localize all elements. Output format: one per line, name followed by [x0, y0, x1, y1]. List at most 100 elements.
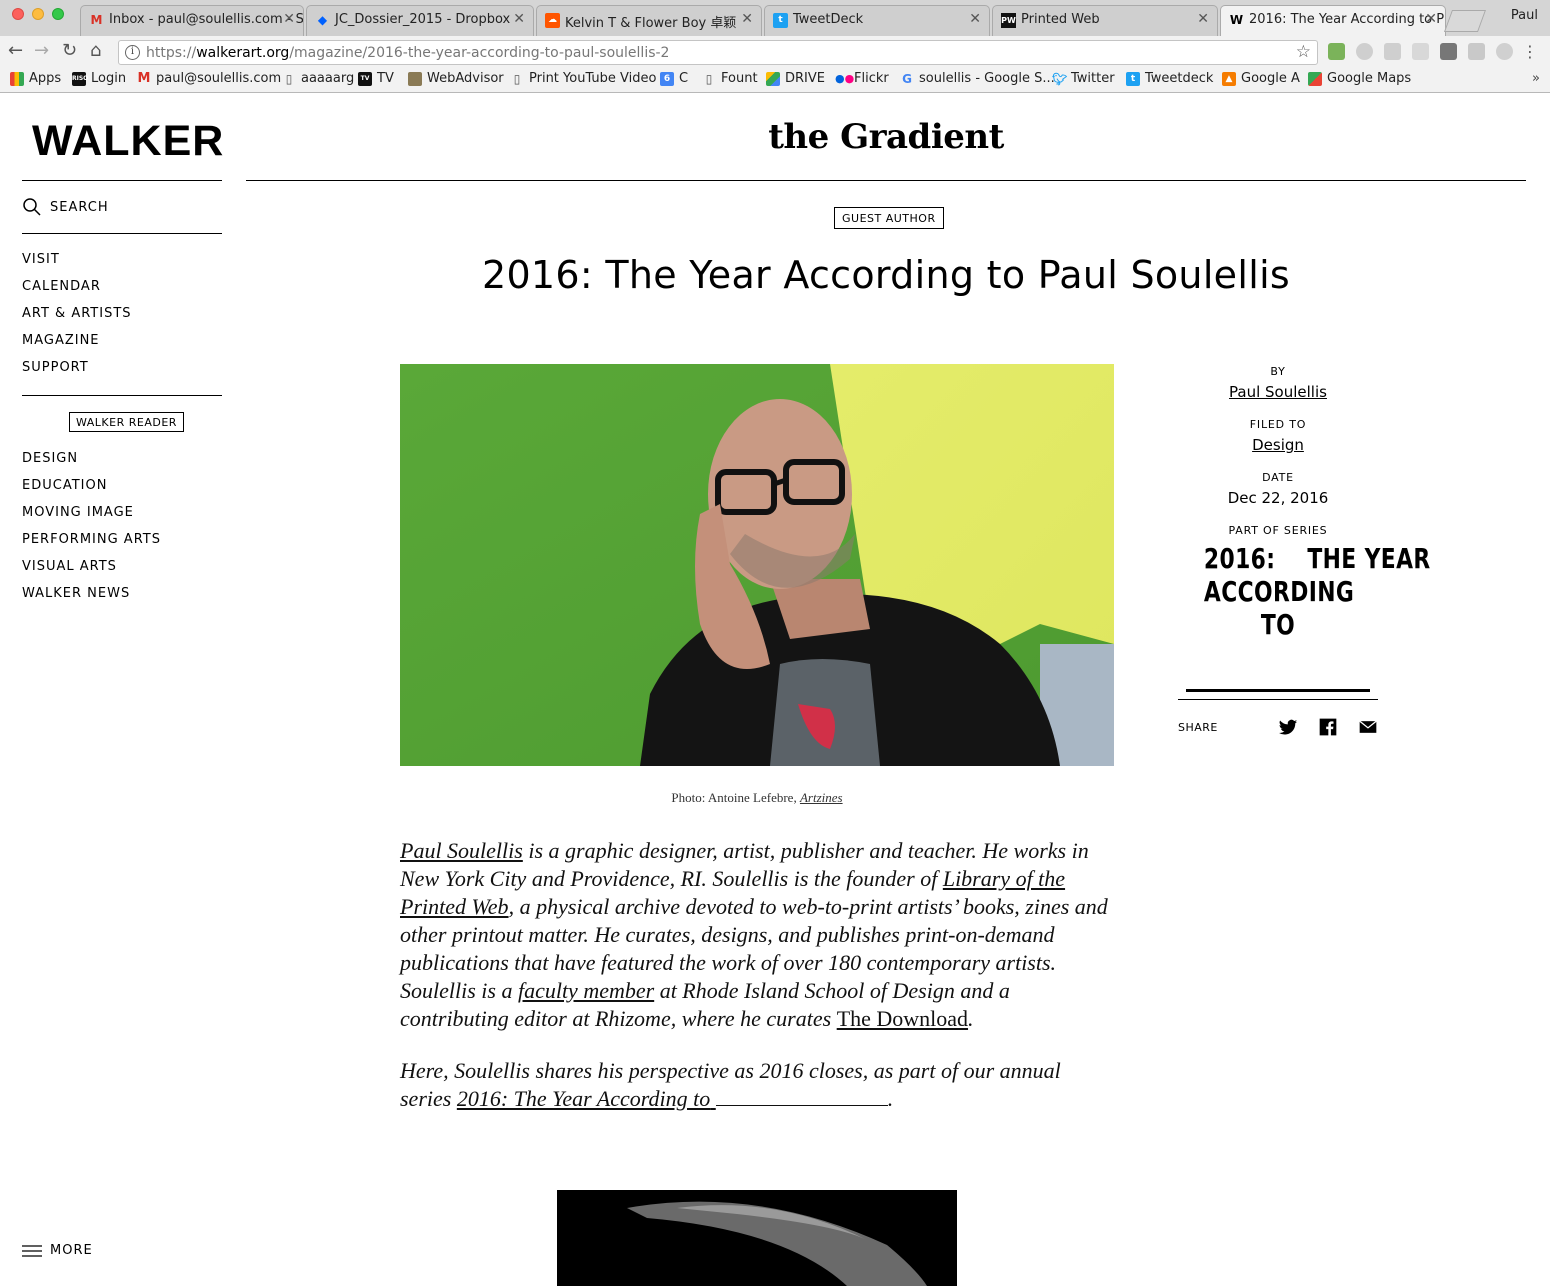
address-bar[interactable]: i https://walkerart.org/magazine/2016-th… [118, 40, 1318, 65]
bookmark-aaaaarg[interactable]: ▯ aaaaarg [282, 71, 355, 86]
info-icon[interactable]: i [125, 45, 140, 60]
hamburger-icon [22, 1244, 42, 1257]
walker-reader-badge[interactable]: WALKER READER [69, 412, 184, 432]
bookmark-login[interactable]: RISO Login [72, 71, 126, 86]
hero-photo [400, 364, 1114, 766]
bookmark-drive[interactable]: DRIVE [766, 71, 825, 86]
bookmarks-overflow-icon[interactable]: » [1532, 71, 1540, 86]
bookmark-google-search[interactable]: Gsoulellis - Google S... [900, 71, 1055, 86]
article-title: 2016: The Year According to Paul Soulell… [481, 253, 1291, 297]
close-tab-icon[interactable]: ✕ [283, 11, 295, 27]
series-link[interactable]: 2016: The Year According to [457, 1086, 888, 1111]
bookmark-google-analytics[interactable]: ▲ Google A [1222, 71, 1300, 86]
author-meta-link[interactable]: Paul Soulellis [1178, 383, 1378, 401]
main-nav: VISIT CALENDAR ART & ARTISTS MAGAZINE SU… [22, 251, 132, 386]
moon-photo [557, 1190, 957, 1286]
browser-menu-icon[interactable]: ⋮ [1522, 42, 1538, 61]
email-share-icon[interactable] [1358, 717, 1378, 737]
nav-item-education[interactable]: EDUCATION [22, 477, 161, 504]
bookmark-apps[interactable]: Apps [10, 71, 61, 86]
twitter-share-icon[interactable] [1278, 717, 1298, 737]
divider [22, 180, 222, 181]
filed-to-link[interactable]: Design [1178, 436, 1378, 454]
flickr-icon: ●● [835, 71, 855, 85]
extension-evernote-icon[interactable] [1328, 43, 1345, 60]
reload-icon[interactable]: ↻ [62, 41, 77, 61]
walker-logo[interactable]: WALKER [32, 117, 224, 166]
zoom-window-button[interactable] [52, 8, 64, 20]
nav-item-art-artists[interactable]: ART & ARTISTS [22, 305, 132, 332]
the-download-link[interactable]: The Download [837, 1006, 968, 1031]
tv-icon: TV [358, 71, 372, 86]
nav-item-walker-news[interactable]: WALKER NEWS [22, 585, 161, 612]
bookmark-fount[interactable]: ▯ Fount [702, 71, 758, 86]
close-tab-icon[interactable]: ✕ [513, 11, 525, 27]
extension-pocket-icon[interactable] [1468, 43, 1485, 60]
extension-icon[interactable] [1384, 43, 1401, 60]
bookmark-google-maps[interactable]: Google Maps [1308, 71, 1411, 86]
more-label: MORE [50, 1243, 93, 1258]
close-tab-icon[interactable]: ✕ [1197, 11, 1209, 27]
nav-item-visit[interactable]: VISIT [22, 251, 132, 278]
intro-paragraph: Paul Soulellis is a graphic designer, ar… [400, 838, 1108, 1031]
bookmark-print-youtube[interactable]: ▯ Print YouTube Video [510, 71, 657, 86]
guest-author-badge: GUEST AUTHOR [834, 207, 944, 229]
bookmark-star-icon[interactable]: ☆ [1296, 42, 1311, 62]
nav-item-moving-image[interactable]: MOVING IMAGE [22, 504, 161, 531]
nav-item-design[interactable]: DESIGN [22, 450, 161, 477]
tab-walker-article[interactable]: W 2016: The Year According to P ✕ [1220, 5, 1446, 37]
close-tab-icon[interactable]: ✕ [1425, 11, 1437, 27]
bookmark-tweetdeck[interactable]: t Tweetdeck [1126, 71, 1213, 86]
profile-button[interactable]: Paul [1511, 8, 1538, 23]
nav-item-performing-arts[interactable]: PERFORMING ARTS [22, 531, 161, 558]
minimize-window-button[interactable] [32, 8, 44, 20]
extension-icon[interactable] [1440, 43, 1457, 60]
close-tab-icon[interactable]: ✕ [741, 11, 753, 27]
series-label: PART OF SERIES [1228, 524, 1328, 537]
nav-item-support[interactable]: SUPPORT [22, 359, 132, 386]
the-gradient-logo[interactable]: the Gradient [246, 117, 1526, 157]
more-menu-button[interactable]: MORE [22, 1243, 93, 1258]
search-button[interactable]: SEARCH [22, 197, 109, 217]
nav-item-visual-arts[interactable]: VISUAL ARTS [22, 558, 161, 585]
share-label: SHARE [1178, 721, 1218, 734]
close-tab-icon[interactable]: ✕ [969, 11, 981, 27]
caption-link-artzines[interactable]: Artzines [800, 790, 843, 805]
bookmark-gmail[interactable]: Mpaul@soulellis.com [137, 71, 282, 86]
back-arrow-icon[interactable]: ← [8, 41, 23, 61]
twitter-icon: 🐦︎ [1052, 71, 1068, 86]
nav-item-calendar[interactable]: CALENDAR [22, 278, 132, 305]
bookmark-twitter[interactable]: 🐦︎ Twitter [1052, 71, 1115, 86]
masthead: the Gradient [246, 93, 1526, 181]
gmail-icon: M [90, 13, 103, 27]
new-tab-button[interactable] [1443, 10, 1487, 32]
series-logo[interactable]: 2016: THE YEAR ACCORDING TO [1204, 542, 1430, 641]
tab-printed-web[interactable]: PW Printed Web ✕ [992, 5, 1218, 36]
extension-skype-icon[interactable] [1356, 43, 1373, 60]
nav-item-magazine[interactable]: MAGAZINE [22, 332, 132, 359]
bookmark-flickr[interactable]: ●● Flickr [835, 71, 889, 86]
forward-arrow-icon[interactable]: → [34, 41, 49, 61]
tab-strip: M Inbox - paul@soulellis.com - S ✕ ◆ JC_… [0, 0, 1550, 37]
bookmark-calendar[interactable]: 6C [660, 71, 688, 86]
tab-tweetdeck[interactable]: t TweetDeck ✕ [764, 5, 990, 36]
extension-icon[interactable] [1496, 43, 1513, 60]
webadvisor-icon [408, 71, 422, 86]
facebook-share-icon[interactable] [1318, 717, 1338, 737]
author-link[interactable]: Paul Soulellis [400, 838, 523, 863]
bookmarks-bar: Apps RISO Login Mpaul@soulellis.com ▯ aaaa… [0, 68, 1550, 92]
tab-soundcloud[interactable]: ☁ Kelvin T & Flower Boy 卓颖 ✕ [536, 5, 762, 36]
faculty-member-link[interactable]: faculty member [518, 978, 654, 1003]
dropbox-icon: ◆ [317, 13, 328, 27]
bookmark-webadvisor[interactable]: WebAdvisor [408, 71, 504, 86]
tab-gmail[interactable]: M Inbox - paul@soulellis.com - S ✕ [80, 5, 304, 36]
browser-toolbar: ← → ↻ ⌂ i https://walkerart.org/magazine… [0, 36, 1550, 68]
close-window-button[interactable] [12, 8, 24, 20]
tab-title: TweetDeck [793, 12, 864, 27]
series-logo-underline [1186, 689, 1370, 692]
maps-icon [1308, 71, 1322, 86]
extension-icon[interactable] [1412, 43, 1429, 60]
tab-dropbox[interactable]: ◆ JC_Dossier_2015 - Dropbox ✕ [306, 5, 534, 36]
bookmark-tv[interactable]: TV TV [358, 71, 394, 86]
home-icon[interactable]: ⌂ [90, 41, 101, 61]
